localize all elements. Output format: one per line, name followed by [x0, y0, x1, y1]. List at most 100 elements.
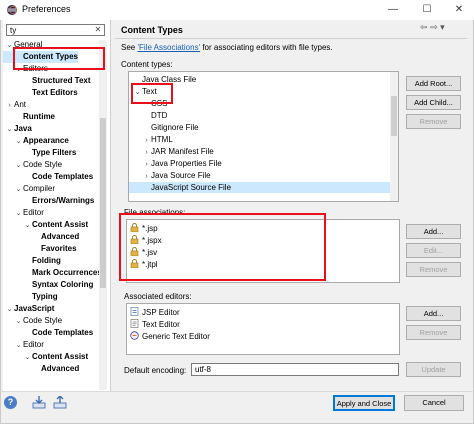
hint-suffix: for associating editors with file types. [200, 43, 333, 52]
associated-editor-item[interactable]: Text Editor [130, 319, 180, 330]
tree-item[interactable]: ⌄ Editor [3, 339, 44, 351]
tree-item[interactable]: Runtime [3, 111, 55, 123]
tree-scrollbar-thumb[interactable] [100, 118, 106, 288]
tree-item[interactable]: Code Templates [3, 171, 93, 183]
content-type-item[interactable]: JavaScript Source File [129, 182, 390, 193]
filter-input[interactable]: ty ✕ [6, 24, 105, 36]
add-editor-button[interactable]: Add... [406, 306, 461, 321]
minimize-button[interactable]: — [380, 0, 406, 20]
apply-and-close-button[interactable]: Apply and Close [333, 395, 395, 411]
tree-item-label: Code Style [23, 160, 63, 169]
add-root-button[interactable]: Add Root... [406, 76, 461, 91]
edit-file-association-button[interactable]: Edit... [406, 243, 461, 258]
content-type-item[interactable]: › JAR Manifest File [129, 146, 390, 157]
associated-editor-item[interactable]: Generic Text Editor [130, 331, 210, 342]
associated-editors-list: JSP Editor Text Editor Generic Text Editor [126, 303, 400, 355]
remove-content-type-button[interactable]: Remove [406, 114, 461, 129]
back-arrow-icon[interactable]: ⇦ [420, 22, 428, 32]
tree-item-label: Appearance [23, 136, 69, 145]
add-file-association-button[interactable]: Add... [406, 224, 461, 239]
export-preferences-icon[interactable] [53, 396, 67, 409]
filter-text: ty [10, 26, 17, 35]
window-title: Preferences [22, 4, 71, 14]
tree-item[interactable]: Errors/Warnings [3, 195, 94, 207]
jsp-editor-icon [130, 307, 139, 316]
close-button[interactable]: ✕ [446, 0, 472, 20]
help-icon[interactable]: ? [4, 396, 17, 409]
tree-item[interactable]: ⌄ Code Style [3, 159, 63, 171]
tree-item[interactable]: Folding [3, 255, 61, 267]
tree-item[interactable]: ⌄ Compiler [3, 183, 55, 195]
add-child-button[interactable]: Add Child... [406, 95, 461, 110]
associated-editor-item[interactable]: JSP Editor [130, 307, 180, 318]
tree-item[interactable]: Typing [3, 291, 58, 303]
tree-item[interactable]: Text Editors [3, 87, 78, 99]
content-type-item[interactable]: Gitignore File [129, 122, 390, 133]
tree-item[interactable]: Advanced [3, 231, 79, 243]
content-type-label: JavaScript Source File [151, 183, 232, 192]
associated-editor-label: Generic Text Editor [142, 332, 210, 341]
tree-item[interactable]: Syntax Coloring [3, 279, 93, 291]
tree-item-label: Typing [32, 292, 58, 301]
tree-item[interactable]: Structured Text [3, 75, 91, 87]
tree-item[interactable]: Advanced [3, 363, 79, 375]
highlight-file-associations [119, 213, 326, 281]
default-encoding-input[interactable]: utf-8 [191, 363, 399, 376]
eclipse-logo-icon [7, 5, 17, 15]
tree-item[interactable]: ⌄ Java [3, 123, 32, 135]
tree-item-label: Ant [14, 100, 27, 109]
tree-item[interactable]: ⌄ Editor [3, 207, 44, 219]
tree-item[interactable]: Code Templates [3, 327, 93, 339]
content-type-item[interactable]: › Java Properties File [129, 158, 390, 169]
tree-item-label: Compiler [23, 184, 56, 193]
highlight-content-types [13, 47, 105, 70]
content-type-item[interactable]: › HTML [129, 134, 390, 145]
tree-item-label: Type Filters [32, 148, 77, 157]
cancel-button[interactable]: Cancel [404, 395, 464, 411]
tree-item-label: Editor [23, 208, 44, 217]
tree-item-label: Advanced [41, 232, 80, 241]
expand-twisty-icon[interactable]: › [142, 171, 151, 182]
tree-item-label: Errors/Warnings [32, 196, 95, 205]
tree-item-label: Code Templates [32, 328, 94, 337]
expand-twisty-icon[interactable]: › [142, 135, 151, 146]
forward-arrow-icon[interactable]: ⇨ [430, 22, 438, 32]
content-types-scrollbar[interactable] [390, 72, 398, 201]
tree-item-label: Runtime [23, 112, 55, 121]
remove-editor-button[interactable]: Remove [406, 325, 461, 340]
update-encoding-button[interactable]: Update [406, 362, 461, 377]
tree-item[interactable]: ⌄ Content Assist [3, 219, 89, 231]
tree-item[interactable]: › Ant [3, 99, 26, 111]
tree-item-label: Text Editors [32, 88, 78, 97]
tree-item-label: Code Templates [32, 172, 94, 181]
content-types-label: Content types: [121, 60, 173, 69]
tree-item[interactable]: Mark Occurrences [3, 267, 99, 279]
view-menu-icon[interactable]: ▾ [440, 22, 445, 32]
hint-prefix: See [121, 43, 138, 52]
content-type-label: DTD [151, 111, 168, 120]
tree-item[interactable]: Favorites [3, 243, 77, 255]
expand-twisty-icon[interactable]: › [142, 159, 151, 170]
content-types-scrollbar-thumb[interactable] [391, 96, 397, 136]
expand-twisty-icon[interactable]: › [142, 147, 151, 158]
header-separator [115, 38, 467, 39]
tree-item-label: Structured Text [32, 76, 91, 85]
tree-item-label: Mark Occurrences [32, 268, 99, 277]
import-preferences-icon[interactable] [32, 396, 46, 409]
content-type-item[interactable]: DTD [129, 110, 390, 121]
clear-filter-icon[interactable]: ✕ [93, 25, 103, 35]
content-type-item[interactable]: › Java Source File [129, 170, 390, 181]
tree-item[interactable]: ⌄ Code Style [3, 315, 63, 327]
tree-item[interactable]: ⌄ JavaScript [3, 303, 55, 315]
tree-item-label: Favorites [41, 244, 77, 253]
tree-item[interactable]: ⌄ Content Assist [3, 351, 89, 363]
highlight-text-type [131, 83, 173, 104]
tree-item-label: JavaScript [14, 304, 55, 313]
remove-file-association-button[interactable]: Remove [406, 262, 461, 277]
default-encoding-label: Default encoding: [124, 366, 187, 375]
maximize-button[interactable]: ☐ [414, 0, 440, 20]
file-associations-link[interactable]: 'File Associations' [137, 43, 200, 52]
tree-item[interactable]: Type Filters [3, 147, 76, 159]
tree-item-label: Syntax Coloring [32, 280, 94, 289]
tree-item[interactable]: ⌄ Appearance [3, 135, 69, 147]
